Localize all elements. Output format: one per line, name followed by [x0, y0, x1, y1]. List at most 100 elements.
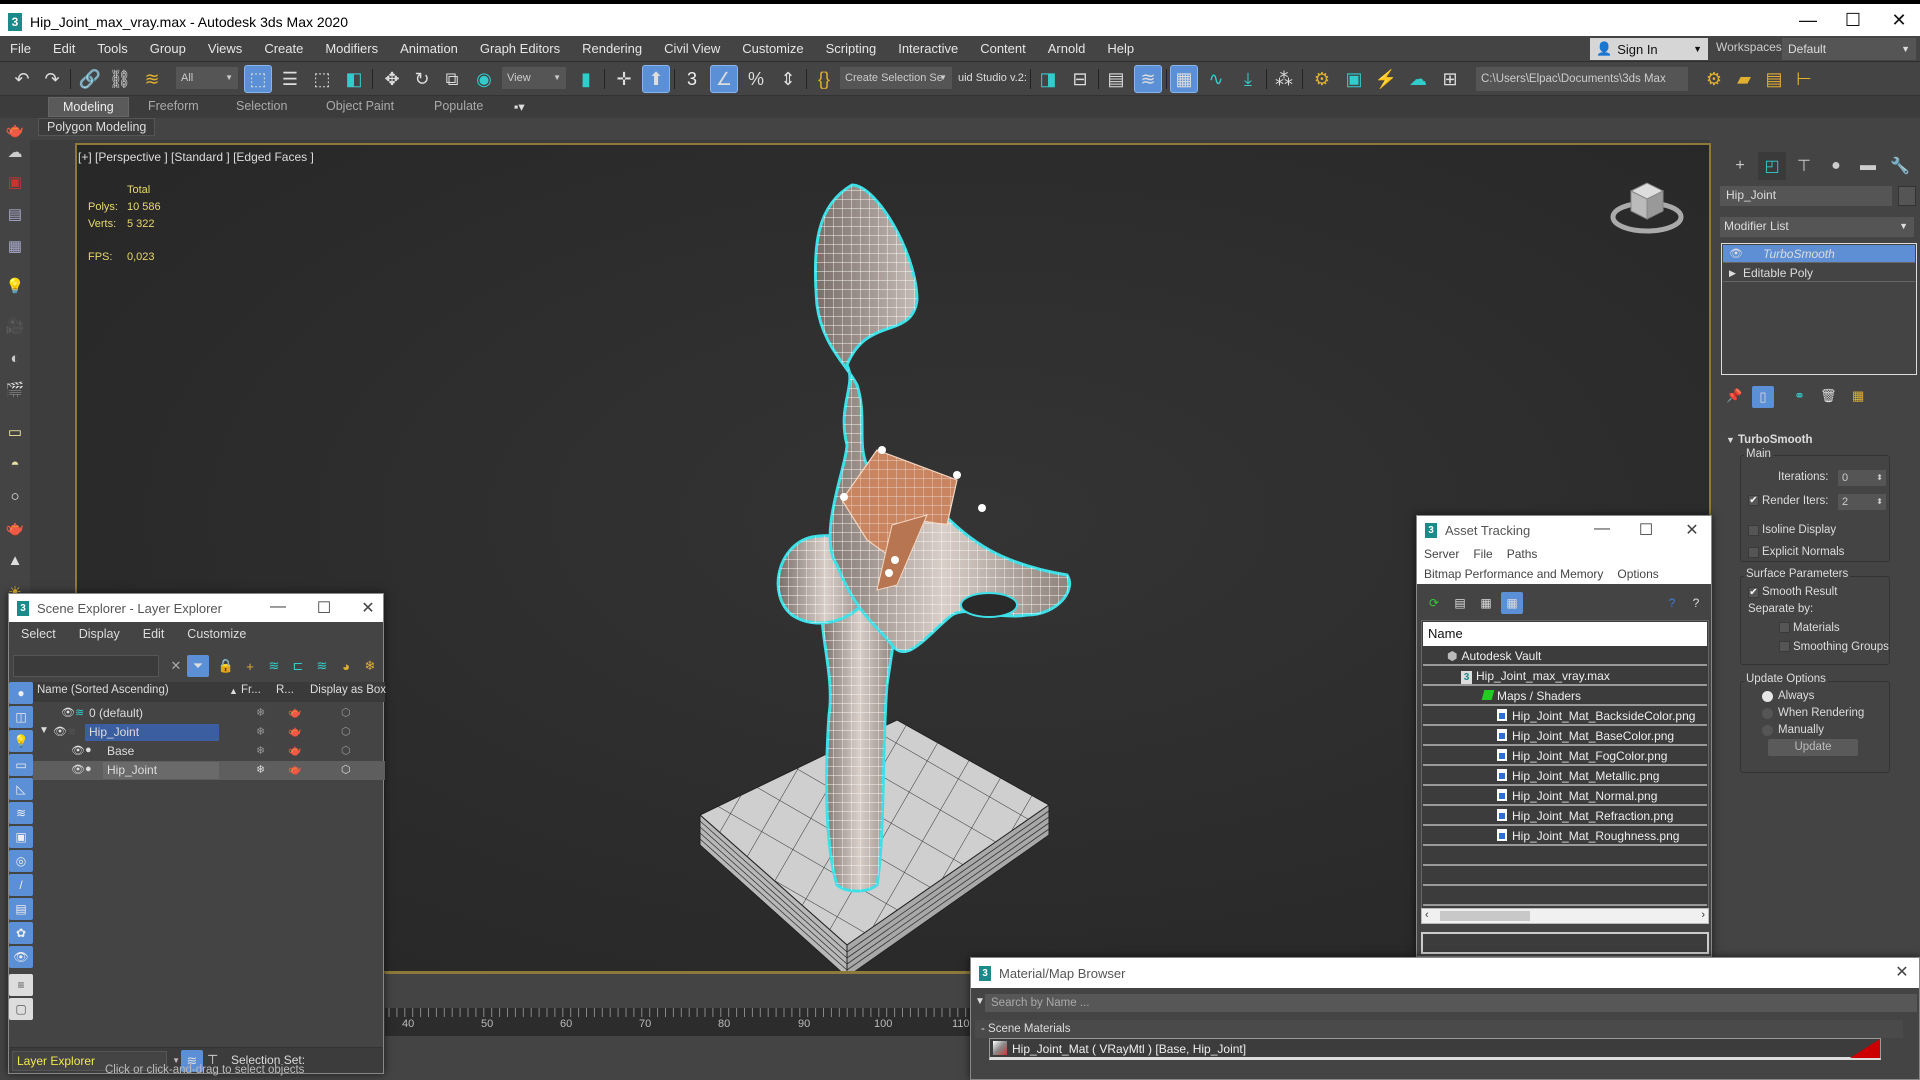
menu-interactive[interactable]: Interactive: [887, 41, 969, 56]
ribbon-options-icon[interactable]: ▪▾: [500, 97, 539, 117]
layer-row[interactable]: 👁 ≋ 0 (default) ❄ 🫖 ⬡: [33, 704, 385, 723]
layers-icon[interactable]: ≋: [311, 655, 333, 677]
maximize-button[interactable]: ☐: [1838, 10, 1868, 31]
explicit-normals-checkbox[interactable]: [1748, 547, 1759, 558]
help-globe-icon[interactable]: ?: [1661, 592, 1683, 614]
containers-filter-icon[interactable]: ▤: [9, 898, 33, 920]
lights-filter-icon[interactable]: 💡: [9, 730, 33, 752]
material-editor-icon[interactable]: ⁂: [1270, 65, 1298, 93]
curve-editor-icon[interactable]: ∿: [1202, 65, 1230, 93]
clear-search-icon[interactable]: ✕: [165, 655, 187, 677]
unlink-icon[interactable]: ⛓: [106, 65, 134, 93]
spinner-arrows-icon[interactable]: ⬍: [1876, 470, 1883, 486]
sphere-light-icon[interactable]: ○: [3, 484, 27, 508]
smoothing-groups-checkbox[interactable]: [1779, 641, 1790, 652]
box-icon[interactable]: ⬡: [341, 744, 351, 757]
options-arrow-icon[interactable]: ▼: [975, 996, 985, 1007]
eye-icon[interactable]: 👁: [71, 763, 85, 776]
panel-icon[interactable]: ▤: [3, 202, 27, 226]
shapes-filter-icon[interactable]: ◫: [9, 706, 33, 728]
schematic-view-icon[interactable]: ⤓: [1234, 65, 1262, 93]
object-row[interactable]: 👁 ● Hip_Joint ❄ 🫖 ⬡: [33, 761, 385, 780]
object-color-swatch[interactable]: [1898, 186, 1916, 206]
scene-explorer-toggle-icon[interactable]: ▤: [1102, 65, 1130, 93]
scene-explorer-search-input[interactable]: [13, 655, 159, 677]
collapse-arrow-icon[interactable]: ▼: [1726, 435, 1735, 445]
project-folder-icon[interactable]: ▰: [1730, 65, 1758, 93]
horizontal-scrollbar[interactable]: ‹ ›: [1421, 908, 1709, 924]
update-button[interactable]: Update: [1768, 739, 1858, 756]
utilities-tab-icon[interactable]: 🔧: [1886, 152, 1914, 180]
menu-tools[interactable]: Tools: [86, 41, 138, 56]
viewcube[interactable]: [1610, 182, 1684, 234]
move-icon[interactable]: ✥: [378, 65, 406, 93]
at-menu-bitmap-performance[interactable]: Bitmap Performance and Memory: [1417, 567, 1610, 581]
render-teapot-icon[interactable]: 🫖: [288, 744, 302, 757]
asset-row[interactable]: Hip_Joint_Mat_Refraction.png: [1423, 807, 1707, 826]
render-production-icon[interactable]: ⚡: [1372, 65, 1400, 93]
close-button[interactable]: ✕: [355, 598, 381, 618]
update-always-radio[interactable]: [1762, 691, 1773, 702]
menu-content[interactable]: Content: [969, 41, 1037, 56]
percent-snap-icon[interactable]: %: [742, 65, 770, 93]
snaps-toggle-icon[interactable]: 3: [678, 65, 706, 93]
rotate-icon[interactable]: ↻: [408, 65, 436, 93]
scale-icon[interactable]: ⧉: [438, 65, 466, 93]
pivot-center-icon[interactable]: ▮: [572, 65, 600, 93]
materials-checkbox[interactable]: [1779, 622, 1790, 633]
column-display-as-box[interactable]: Display as Box: [310, 684, 386, 696]
render-in-cloud-icon[interactable]: ☁: [1404, 65, 1432, 93]
project-tree-icon[interactable]: ⊢: [1790, 65, 1818, 93]
maximize-button[interactable]: ☐: [1633, 520, 1659, 540]
plane-light-icon[interactable]: ▭: [3, 420, 27, 444]
mesh-light-icon[interactable]: 🫖: [3, 516, 27, 540]
visibility-filter-icon[interactable]: 👁: [9, 946, 33, 968]
rectangular-selection-icon[interactable]: ⬚: [308, 65, 336, 93]
menu-civil-view[interactable]: Civil View: [653, 41, 731, 56]
placement-icon[interactable]: ◉: [470, 65, 498, 93]
space-warps-filter-icon[interactable]: ≋: [9, 802, 33, 824]
modify-tab-icon[interactable]: ◰: [1758, 152, 1786, 180]
render-setup-icon[interactable]: ⚙: [1308, 65, 1336, 93]
project-new-icon[interactable]: ▤: [1760, 65, 1788, 93]
physical-camera-icon[interactable]: 🎬: [3, 378, 27, 402]
asset-row[interactable]: Hip_Joint_Mat_BacksideColor.png: [1423, 707, 1707, 726]
polygon-modeling-panel[interactable]: Polygon Modeling: [38, 118, 156, 136]
isoline-display-checkbox[interactable]: [1748, 525, 1759, 536]
viewport-label[interactable]: [+] [Perspective ] [Standard ] [Edged Fa…: [78, 150, 314, 164]
angle-snap-icon[interactable]: ∠: [710, 65, 738, 93]
render-iters-spinner[interactable]: 2 ⬍: [1838, 494, 1886, 510]
light-icon[interactable]: 💡: [3, 274, 27, 298]
eye-icon[interactable]: 👁: [1729, 245, 1743, 263]
display-none-icon[interactable]: ▢: [9, 998, 33, 1020]
bind-space-warp-icon[interactable]: ≋: [138, 65, 166, 93]
freeze-icon[interactable]: ❄: [256, 706, 265, 719]
se-menu-customize[interactable]: Customize: [175, 627, 257, 641]
at-menu-options[interactable]: Options: [1610, 567, 1665, 581]
hierarchy-tab-icon[interactable]: ⊤: [1790, 152, 1818, 180]
rollout-title[interactable]: TurboSmooth: [1738, 434, 1813, 446]
render-teapot-icon[interactable]: 🫖: [288, 706, 302, 719]
cloud-icon[interactable]: ☁: [3, 140, 27, 164]
refresh-icon[interactable]: ⟳: [1423, 592, 1445, 614]
se-menu-select[interactable]: Select: [9, 627, 67, 641]
minimize-button[interactable]: —: [1589, 520, 1615, 538]
hierarchy-icon[interactable]: ⊏: [287, 655, 309, 677]
edit-named-selection-icon[interactable]: {}: [810, 65, 838, 93]
asset-row[interactable]: Hip_Joint_Mat_Roughness.png: [1423, 827, 1707, 846]
sign-in-button[interactable]: 👤 Sign In ▼: [1590, 38, 1708, 60]
project-settings-icon[interactable]: ⚙: [1700, 65, 1728, 93]
menu-rendering[interactable]: Rendering: [571, 41, 653, 56]
update-manually-radio[interactable]: [1762, 725, 1773, 736]
remove-modifier-icon[interactable]: 🗑: [1820, 388, 1837, 404]
menu-graph-editors[interactable]: Graph Editors: [469, 41, 571, 56]
smooth-result-checkbox[interactable]: ✔: [1748, 587, 1759, 598]
dome-camera-icon[interactable]: ◐: [3, 346, 27, 370]
table-view-icon[interactable]: ▦: [1501, 592, 1523, 614]
asset-row[interactable]: ⬢ Autodesk Vault: [1423, 647, 1707, 666]
teapot-icon[interactable]: 🫖: [3, 118, 27, 142]
create-tab-icon[interactable]: +: [1726, 152, 1754, 180]
render-gallery-icon[interactable]: ⊞: [1436, 65, 1464, 93]
tab-object-paint[interactable]: Object Paint: [312, 97, 408, 117]
tab-freeform[interactable]: Freeform: [134, 97, 213, 117]
